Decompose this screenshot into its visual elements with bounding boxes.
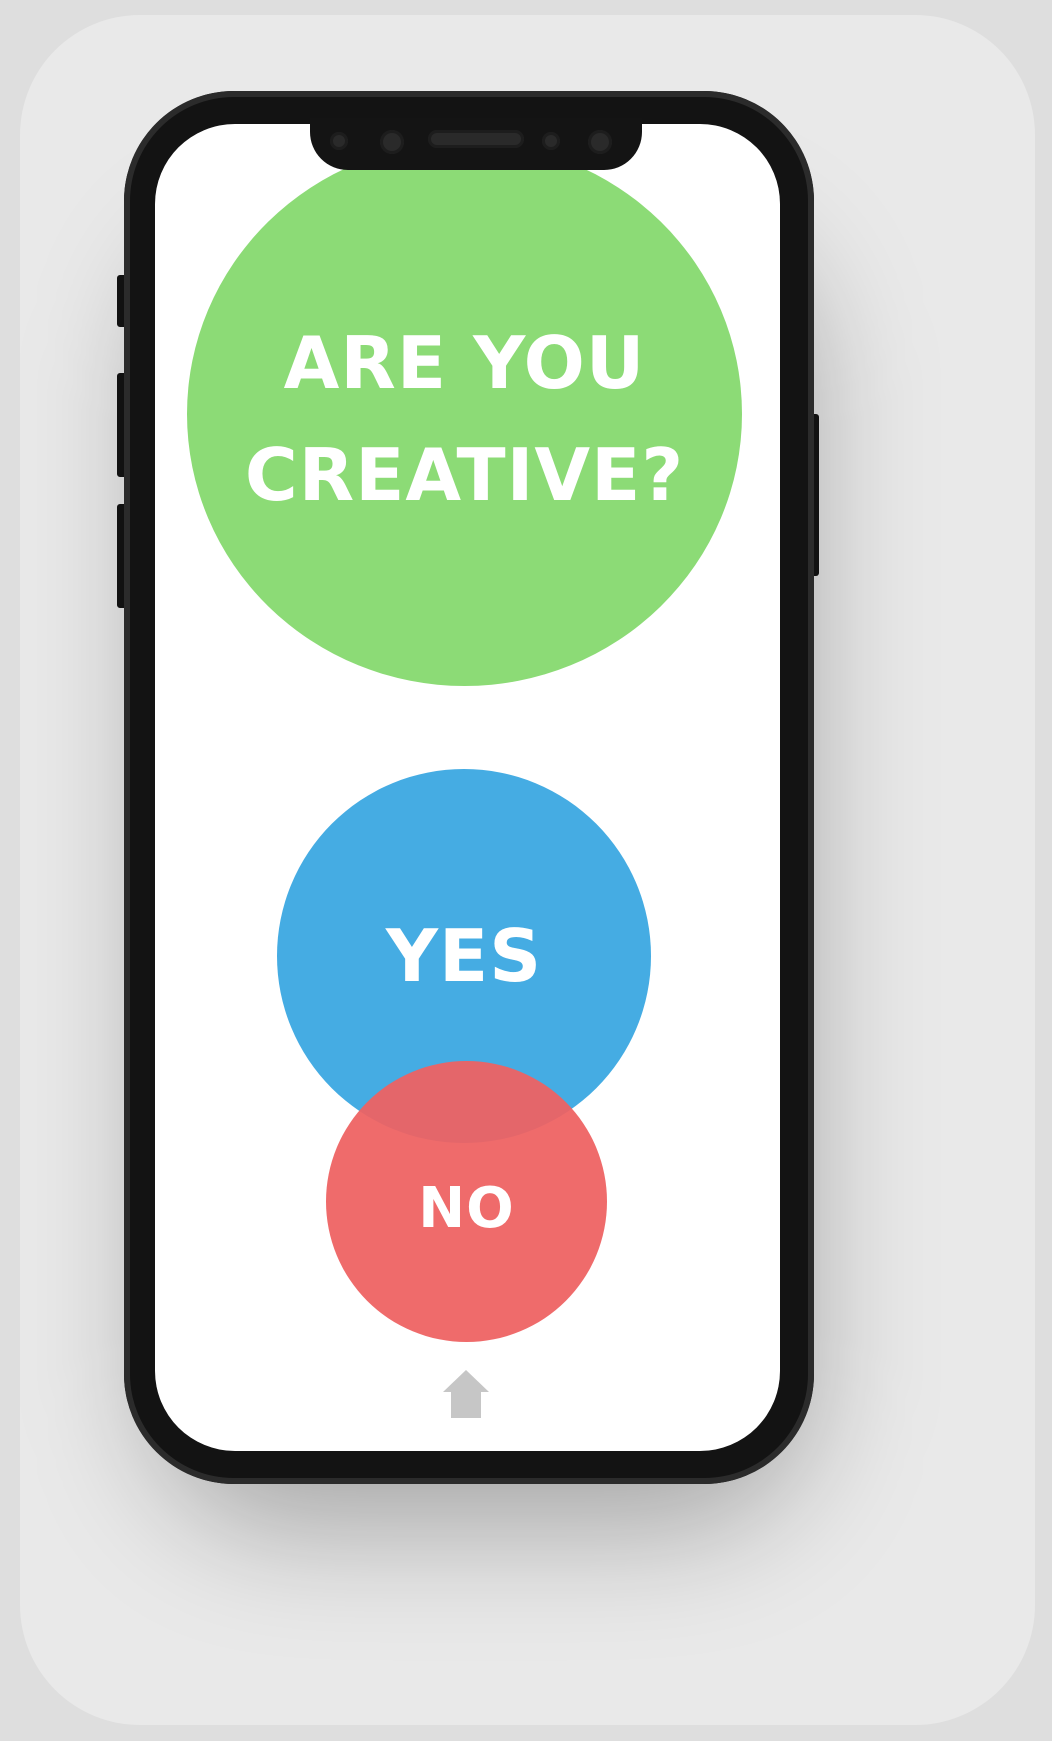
face-id-camera	[588, 130, 612, 154]
home-button[interactable]	[441, 1368, 491, 1420]
no-label: NO	[418, 1176, 515, 1241]
phone-screen: ARE YOU CREATIVE? YES NO	[155, 124, 780, 1451]
presentation-stage: ARE YOU CREATIVE? YES NO	[0, 0, 1052, 1741]
question-line-1: ARE YOU	[283, 321, 646, 405]
proximity-sensor	[542, 132, 560, 150]
no-button[interactable]: NO	[326, 1061, 607, 1342]
home-icon	[443, 1370, 489, 1418]
front-camera	[380, 130, 404, 154]
earpiece-speaker	[428, 130, 524, 148]
phone-notch	[310, 118, 642, 170]
front-sensor	[330, 132, 348, 150]
question-line-2: CREATIVE?	[244, 433, 685, 517]
yes-label: YES	[385, 914, 543, 998]
question-circle: ARE YOU CREATIVE?	[187, 142, 742, 686]
